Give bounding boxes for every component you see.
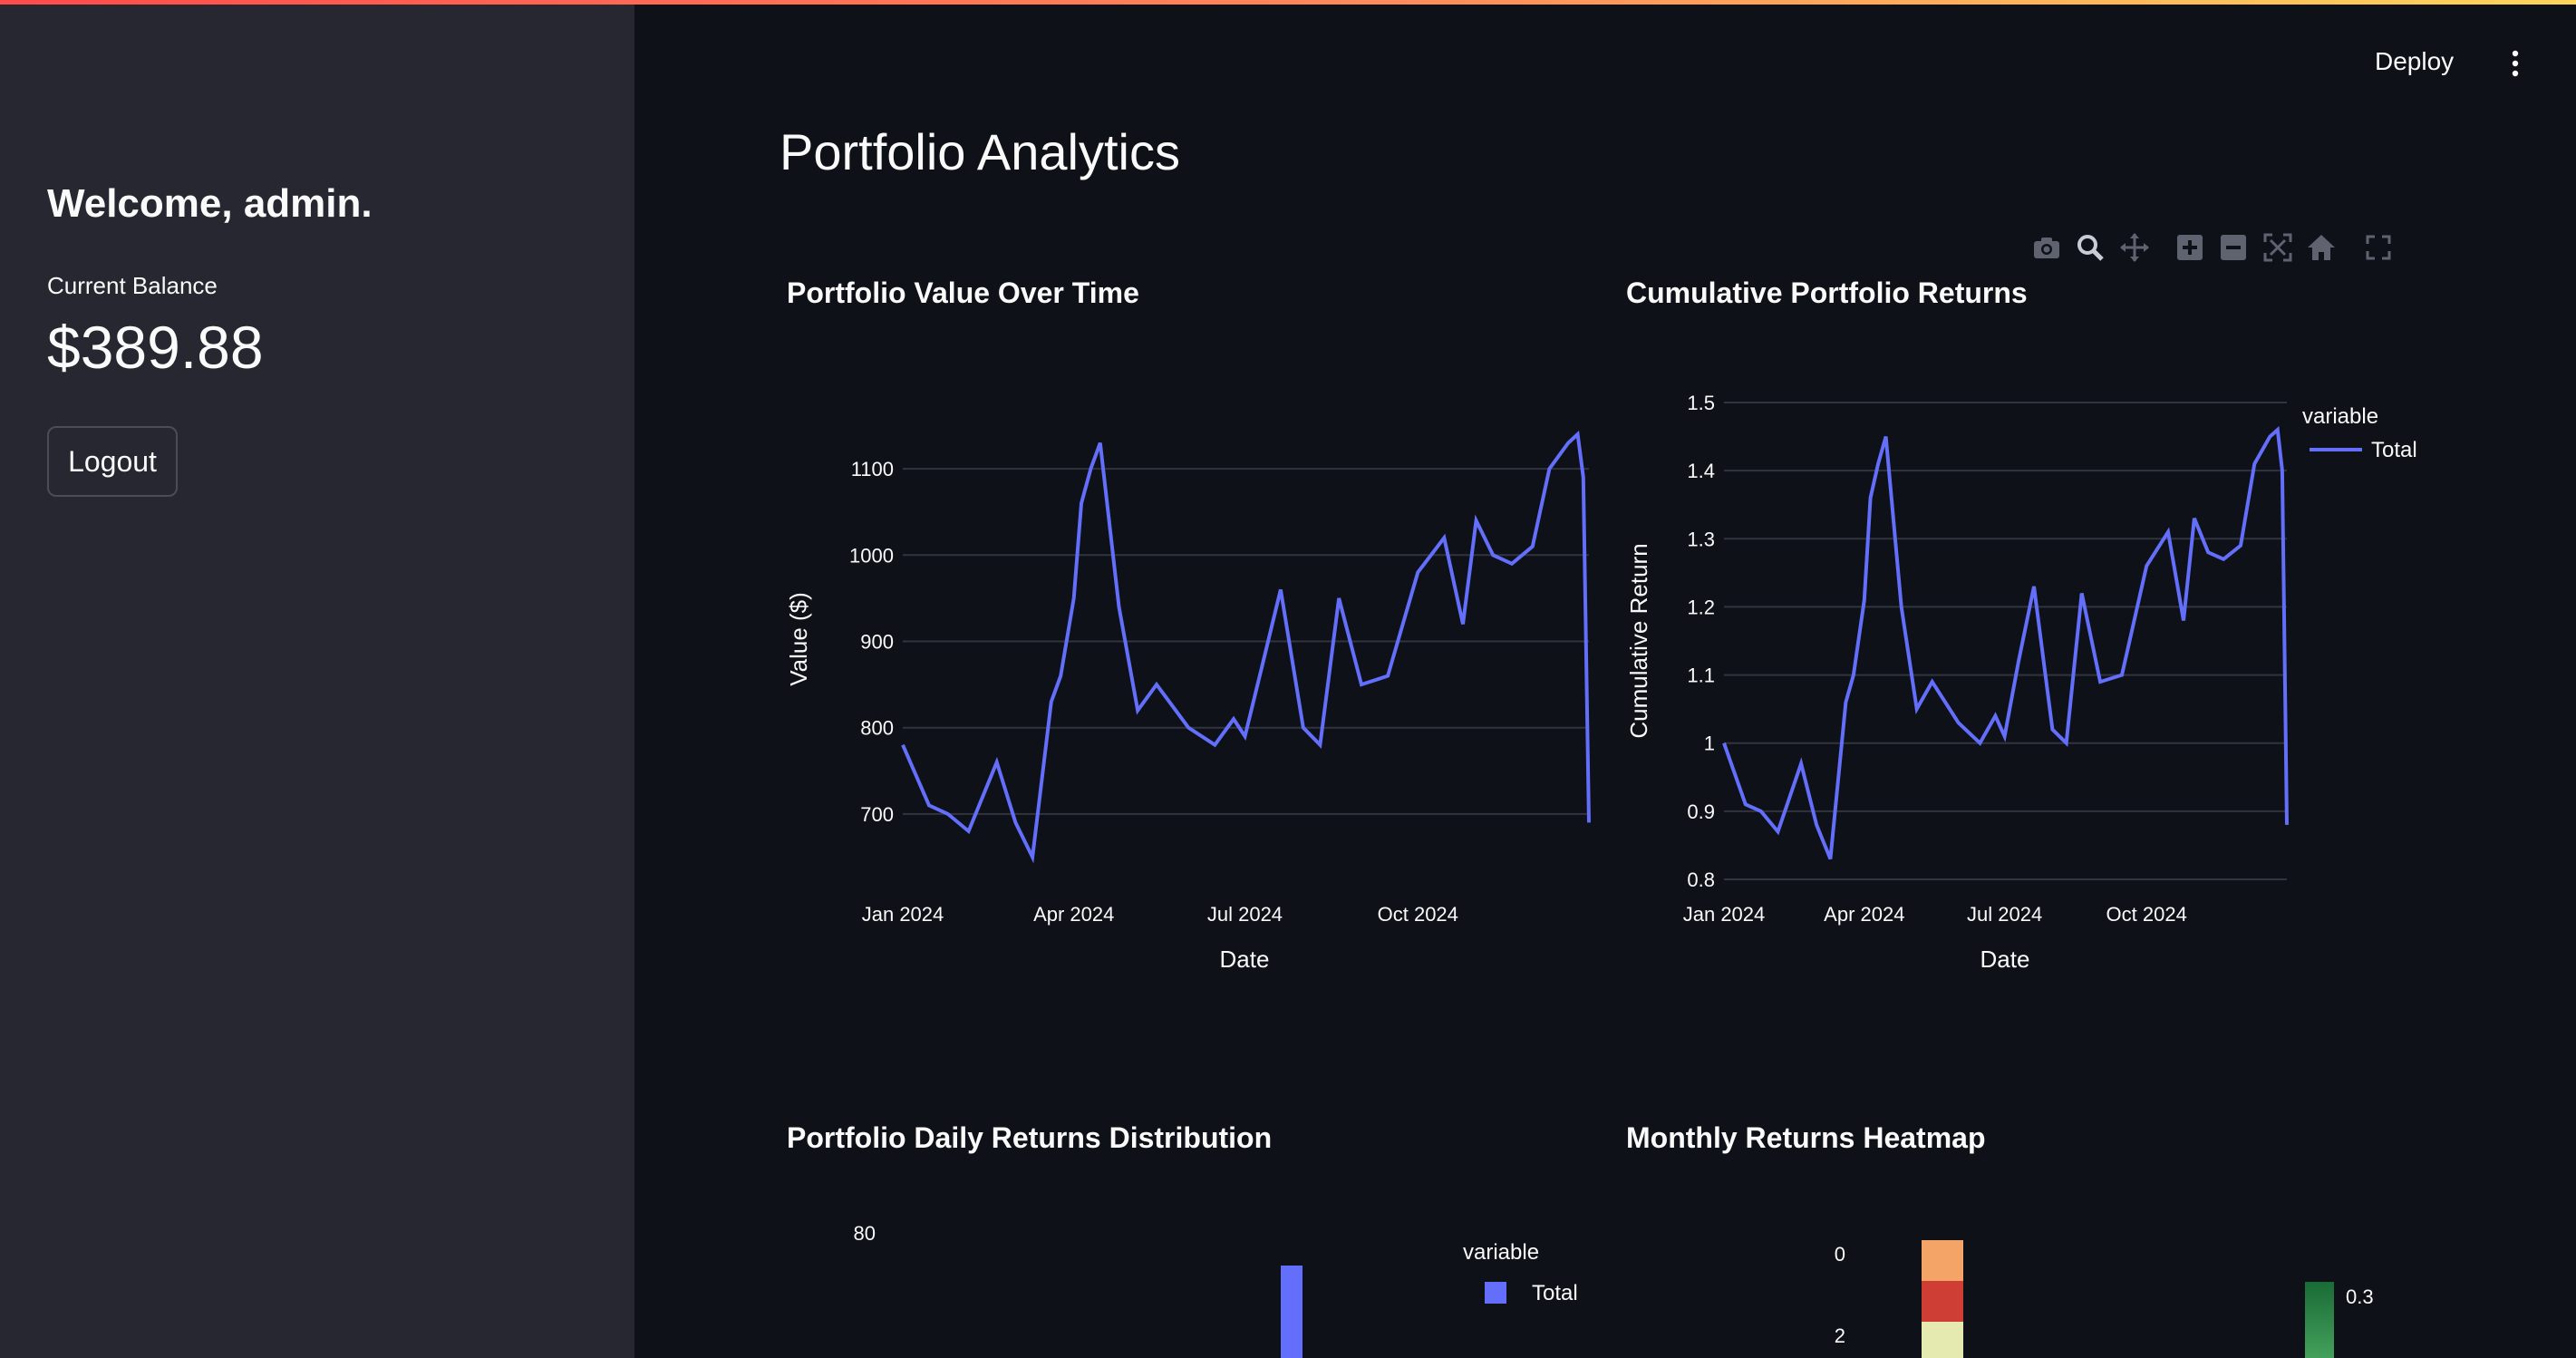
- returns-y-ticks: 0.8 0.9 1 1.1 1.2 1.3 1.4 1.5: [1687, 392, 1715, 891]
- value-y-axis-title: Value ($): [785, 592, 812, 686]
- heatmap-y-tick-label-2: 2: [1835, 1324, 1845, 1347]
- x-tick-label: Apr 2024: [1033, 903, 1114, 926]
- distribution-chart[interactable]: 80 variable Total: [780, 1206, 1613, 1358]
- heatmap-cell[interactable]: [1922, 1322, 1963, 1358]
- y-tick-label: 1.5: [1687, 392, 1715, 414]
- x-tick-label: Jan 2024: [1683, 903, 1766, 926]
- heatmap-y-tick-label-0: 0: [1835, 1243, 1845, 1266]
- returns-legend-title: variable: [2302, 404, 2378, 429]
- returns-chart[interactable]: 0.80.911.11.21.31.41.5 Jan 2024 Apr 2024 J…: [1613, 363, 2465, 997]
- y-tick-label: 0.8: [1687, 868, 1715, 891]
- distribution-bar[interactable]: [1281, 1266, 1303, 1358]
- value-x-axis-title: Date: [1220, 946, 1270, 973]
- distribution-legend-title: variable: [1463, 1240, 1539, 1265]
- pan-icon[interactable]: [2118, 231, 2151, 264]
- distribution-legend-item[interactable]: Total: [1532, 1281, 1578, 1305]
- balance-label: Current Balance: [47, 272, 218, 299]
- returns-gridlines: [1724, 402, 2287, 880]
- logout-button[interactable]: Logout: [47, 426, 178, 497]
- x-tick-label: Apr 2024: [1824, 903, 1904, 926]
- autoscale-icon[interactable]: [2261, 231, 2294, 264]
- vertical-ellipsis-icon[interactable]: [2506, 49, 2524, 78]
- y-tick-label: 1.3: [1687, 528, 1715, 550]
- returns-x-axis-title: Date: [1980, 946, 2030, 973]
- value-chart-title: Portfolio Value Over Time: [787, 276, 1139, 309]
- heatmap-chart[interactable]: 0 2 0.3: [1613, 1206, 2465, 1358]
- y-tick-label: 700: [860, 803, 894, 826]
- y-tick-label: 1: [1704, 732, 1715, 755]
- y-tick-label: 900: [860, 631, 894, 654]
- distribution-legend-swatch: [1485, 1282, 1506, 1304]
- heatmap-cell[interactable]: [1922, 1240, 1963, 1281]
- value-chart[interactable]: 700 800 900 1000 1100 Jan 2024 Apr 2024 Jul 20…: [780, 363, 1613, 997]
- returns-y-axis-title: Cumulative Return: [1625, 543, 1652, 738]
- returns-x-ticks: Jan 2024 Apr 2024 Jul 2024 Oct 2024: [1683, 903, 2187, 926]
- welcome-heading: Welcome, admin.: [47, 181, 373, 226]
- value-gridlines: [903, 468, 1589, 815]
- returns-legend-item[interactable]: Total: [2371, 438, 2417, 462]
- returns-series-line[interactable]: [1722, 426, 2289, 860]
- distribution-y-tick-label: 80: [854, 1222, 876, 1245]
- page-title: Portfolio Analytics: [780, 123, 1180, 180]
- returns-chart-title: Cumulative Portfolio Returns: [1626, 276, 2028, 309]
- fullscreen-icon[interactable]: [2362, 231, 2395, 264]
- y-tick-label: 1100: [851, 458, 894, 480]
- zoom-in-icon[interactable]: [2174, 231, 2206, 264]
- x-tick-label: Jan 2024: [862, 903, 944, 926]
- zoom-out-icon[interactable]: [2217, 231, 2250, 264]
- camera-icon[interactable]: [2030, 231, 2063, 264]
- balance-value: $389.88: [47, 314, 264, 381]
- heatmap-colorbar-tick-label: 0.3: [2346, 1285, 2374, 1308]
- y-tick-label: 1000: [849, 544, 894, 567]
- y-tick-label: 800: [860, 717, 894, 740]
- y-tick-label: 1.4: [1687, 460, 1715, 482]
- chart-modebar: [2030, 231, 2402, 267]
- reset-axes-icon[interactable]: [2305, 231, 2338, 264]
- heatmap-chart-title: Monthly Returns Heatmap: [1626, 1121, 1986, 1154]
- deploy-button[interactable]: Deploy: [2375, 47, 2454, 76]
- distribution-chart-title: Portfolio Daily Returns Distribution: [787, 1121, 1273, 1154]
- sidebar: Welcome, admin. Current Balance $389.88 …: [0, 5, 634, 1358]
- value-series-line[interactable]: [901, 430, 1591, 864]
- y-tick-label: 1.2: [1687, 596, 1715, 618]
- y-tick-label: 0.9: [1687, 800, 1715, 823]
- x-tick-label: Jul 2024: [1967, 903, 2042, 926]
- x-tick-label: Oct 2024: [2106, 903, 2187, 926]
- y-tick-label: 1.1: [1687, 664, 1715, 687]
- x-tick-label: Jul 2024: [1207, 903, 1283, 926]
- value-y-ticks: 700 800 900 1000 1100: [849, 458, 894, 826]
- heatmap-cell[interactable]: [1922, 1281, 1963, 1322]
- zoom-icon[interactable]: [2074, 231, 2106, 264]
- value-x-ticks: Jan 2024 Apr 2024 Jul 2024 Oct 2024: [862, 903, 1458, 926]
- x-tick-label: Oct 2024: [1378, 903, 1458, 926]
- heatmap-colorbar: [2305, 1282, 2334, 1358]
